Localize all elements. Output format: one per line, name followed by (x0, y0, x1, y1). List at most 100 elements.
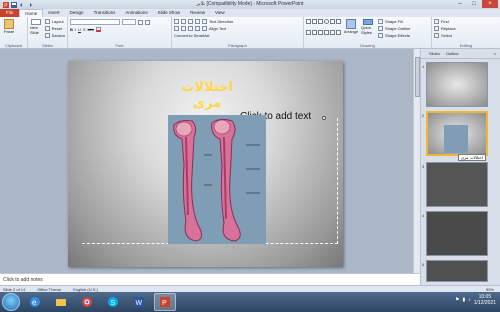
taskbar-app-chrome[interactable] (76, 293, 98, 311)
bullets-icon[interactable] (174, 19, 179, 24)
underline-button[interactable]: U (78, 27, 81, 32)
editor-vertical-scrollbar[interactable] (413, 49, 420, 273)
tab-design[interactable]: Design (65, 9, 89, 17)
resize-handle[interactable] (322, 116, 326, 120)
reset-button[interactable]: Reset (44, 26, 65, 31)
shape-more-icon[interactable] (336, 30, 341, 35)
volume-icon[interactable]: ♪ (468, 297, 471, 303)
ribbon: Paste Clipboard New Slide Layout Reset S… (0, 17, 500, 49)
theme-status: Office Theme (37, 286, 62, 292)
start-button[interactable] (2, 293, 20, 311)
section-button[interactable]: Section (44, 33, 65, 38)
shrink-font-icon[interactable] (145, 19, 150, 25)
taskbar-app-powerpoint[interactable]: P (154, 293, 176, 311)
find-icon (434, 19, 439, 24)
shape-brace-icon[interactable] (312, 30, 317, 35)
drawing-group: Arrange Quick Styles Shape Fill Shape Ou… (304, 17, 432, 48)
slide-thumbnail-4[interactable] (426, 211, 488, 256)
text-direction-button[interactable]: Text Direction (209, 19, 233, 24)
slide-thumbnail-2[interactable] (426, 111, 488, 156)
numbering-icon[interactable] (181, 19, 186, 24)
esophagus-image[interactable] (168, 115, 266, 244)
shape-rectangle-icon[interactable] (306, 19, 311, 24)
convert-smartart-button[interactable]: Convert to SmartArt (174, 33, 209, 38)
tab-file[interactable]: File (0, 9, 20, 17)
shape-callout-icon[interactable] (324, 30, 329, 35)
tab-animations[interactable]: Animations (120, 9, 152, 17)
slide-thumbnail-3[interactable] (426, 162, 488, 207)
tab-outline[interactable]: Outline (446, 51, 459, 56)
slide-title[interactable]: اختلالات مری (166, 79, 248, 111)
line-spacing-icon[interactable] (202, 19, 207, 24)
align-right-icon[interactable] (188, 26, 193, 31)
network-icon[interactable]: ▮ (462, 297, 465, 303)
flag-icon[interactable]: ⚑ (455, 297, 459, 303)
tab-view[interactable]: View (210, 9, 230, 17)
tab-slide-show[interactable]: Slide Show (153, 9, 186, 17)
taskbar-app-ie[interactable]: e (24, 293, 46, 311)
notes-pane[interactable]: Click to add notes (0, 273, 420, 285)
align-center-icon[interactable] (181, 26, 186, 31)
slide-thumbnail-5[interactable] (426, 260, 488, 282)
shape-fill-button[interactable]: Shape Fill (378, 19, 410, 24)
redo-icon[interactable] (27, 2, 33, 8)
layout-icon (44, 19, 50, 24)
select-button[interactable]: Select (434, 33, 498, 38)
shape-triangle-icon[interactable] (330, 19, 335, 24)
shape-effects-button[interactable]: Shape Effects (378, 33, 410, 38)
arrange-button[interactable]: Arrange (344, 19, 358, 35)
new-slide-button[interactable]: New Slide (30, 19, 43, 35)
find-button[interactable]: Find (434, 19, 498, 24)
font-name-combo[interactable] (70, 19, 120, 25)
shape-block-arrow-icon[interactable] (330, 30, 335, 35)
tab-insert[interactable]: Insert (43, 9, 64, 17)
shape-oval-icon[interactable] (324, 19, 329, 24)
increase-indent-icon[interactable] (195, 19, 200, 24)
bold-button[interactable]: B (70, 27, 73, 32)
columns-icon[interactable] (202, 26, 207, 31)
shadow-button[interactable]: S (83, 27, 86, 32)
font-color-icon[interactable] (96, 27, 102, 32)
align-left-icon[interactable] (174, 26, 179, 31)
replace-button[interactable]: Replace (434, 26, 498, 31)
tab-slides[interactable]: Slides (429, 51, 440, 56)
find-label: Find (441, 19, 449, 24)
shape-outline-icon (378, 26, 383, 31)
zoom-level[interactable]: 50% (486, 287, 494, 292)
close-panel-icon[interactable]: × (494, 51, 496, 56)
taskbar-app-skype[interactable]: S (102, 293, 124, 311)
clock[interactable]: 10:05 1/12/2021 (474, 294, 496, 306)
maximize-button[interactable]: □ (468, 0, 480, 8)
taskbar-app-explorer[interactable] (50, 293, 72, 311)
align-text-button[interactable]: Align Text (209, 26, 226, 31)
language-status[interactable]: English (U.S.) (73, 287, 98, 292)
paste-button[interactable]: Paste (2, 19, 16, 35)
shape-line-icon[interactable] (312, 19, 317, 24)
undo-icon[interactable] (19, 2, 25, 8)
shape-outline-button[interactable]: Shape Outline (378, 26, 410, 31)
grow-font-icon[interactable] (138, 19, 143, 25)
shape-fill-icon (378, 19, 383, 24)
taskbar-app-word[interactable]: W (128, 293, 150, 311)
minimize-button[interactable]: – (454, 0, 466, 8)
shape-textbox-icon[interactable] (336, 19, 341, 24)
shape-rounded-rect-icon[interactable] (306, 30, 311, 35)
current-slide[interactable]: اختلالات مری Click to add text (68, 61, 343, 267)
tab-home[interactable]: Home (19, 9, 44, 17)
shape-star-icon[interactable] (318, 30, 323, 35)
strikethrough-button[interactable]: abc (88, 27, 94, 32)
save-icon[interactable] (11, 1, 17, 8)
close-button[interactable]: × (482, 0, 498, 8)
slide-thumbnail-1[interactable] (426, 62, 488, 107)
italic-button[interactable]: I (75, 27, 76, 32)
quick-styles-button[interactable]: Quick Styles (361, 19, 375, 35)
shapes-gallery[interactable] (306, 19, 341, 40)
tab-transitions[interactable]: Transitions (89, 9, 121, 17)
layout-button[interactable]: Layout (44, 19, 65, 24)
tab-review[interactable]: Review (185, 9, 210, 17)
justify-icon[interactable] (195, 26, 200, 31)
decrease-indent-icon[interactable] (188, 19, 193, 24)
svg-text:S: S (111, 300, 116, 307)
font-size-combo[interactable] (122, 19, 136, 25)
shape-arrow-icon[interactable] (318, 19, 323, 24)
